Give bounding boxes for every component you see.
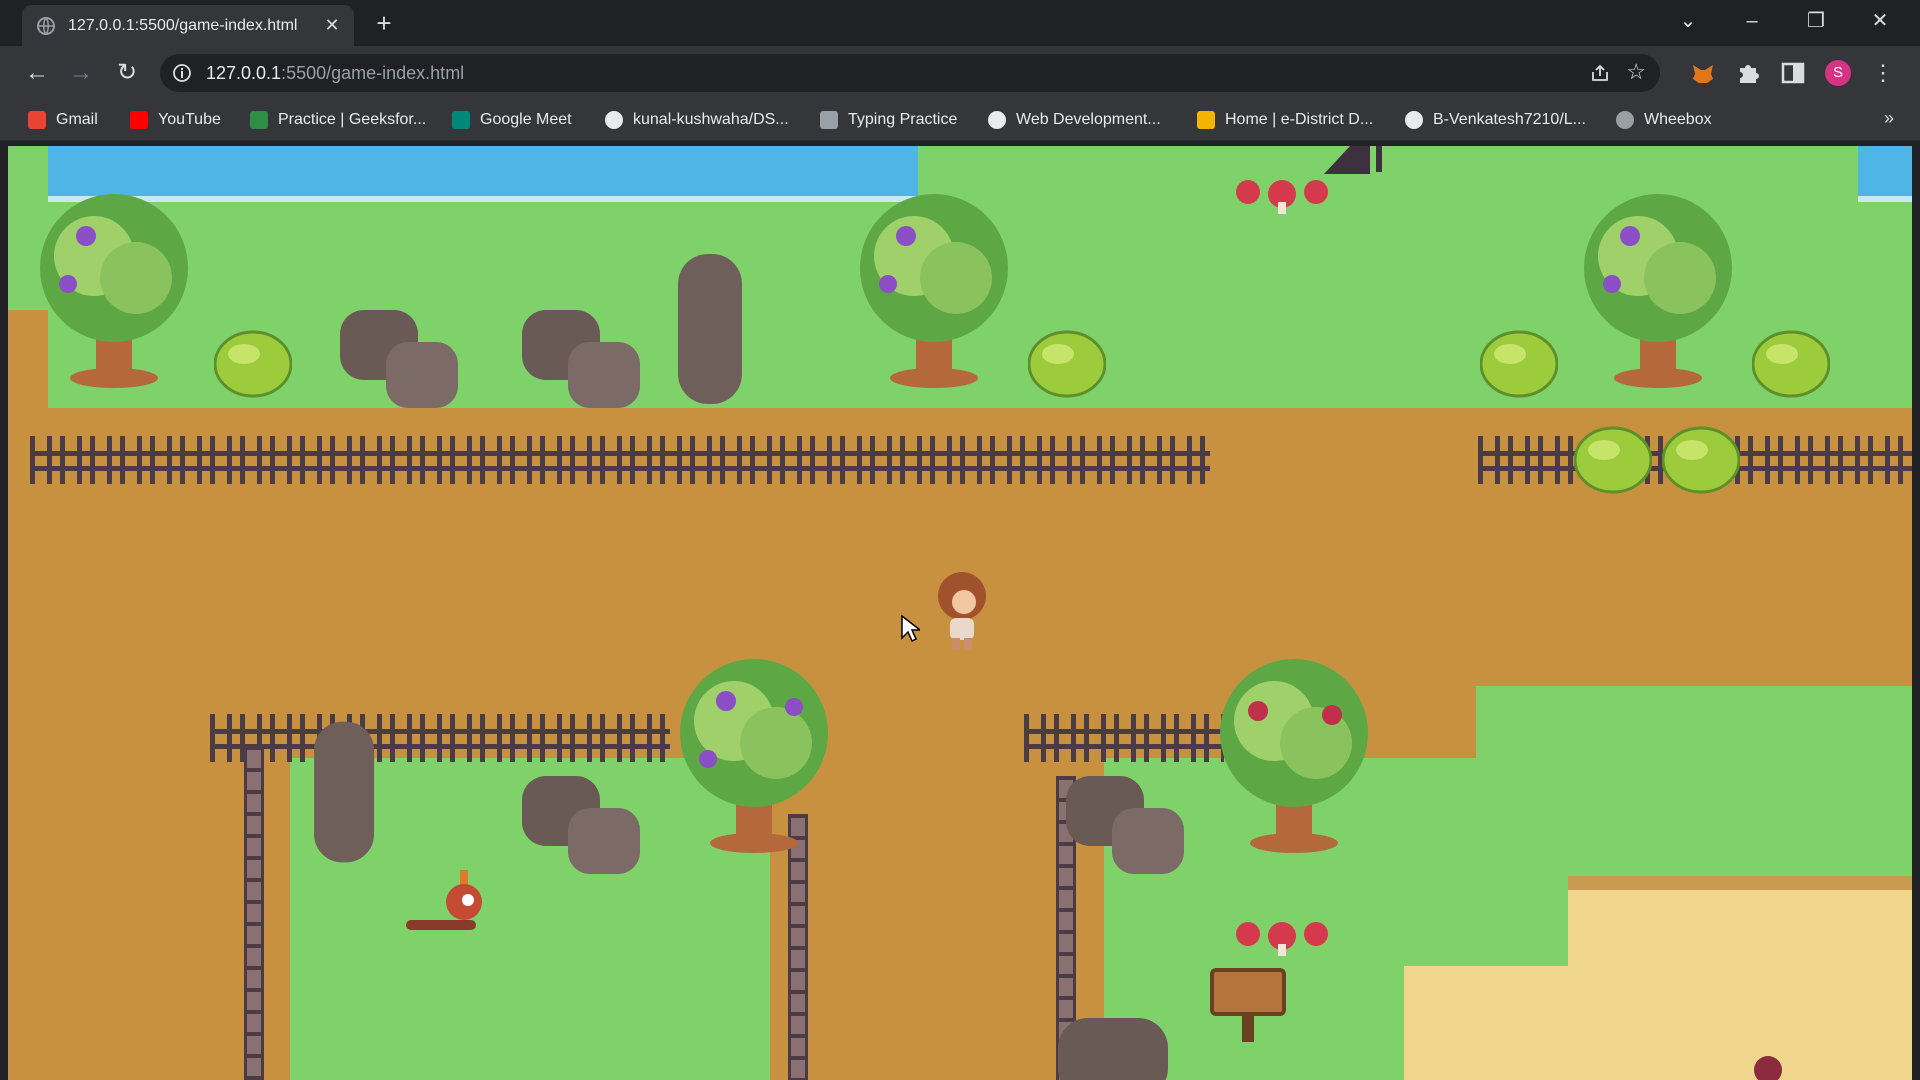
bookmark-label: Gmail bbox=[56, 111, 98, 128]
river-water-right bbox=[1858, 146, 1912, 202]
boulder bbox=[1066, 776, 1184, 874]
game-canvas[interactable] bbox=[8, 146, 1912, 1080]
tree bbox=[860, 194, 1008, 388]
bookmark-kunal-kushwaha[interactable]: kunal-kushwaha/DS... bbox=[605, 108, 789, 132]
tree bbox=[1220, 659, 1368, 853]
tree bbox=[1584, 194, 1732, 388]
tree bbox=[40, 194, 188, 388]
metamask-extension-icon[interactable] bbox=[1690, 60, 1716, 86]
player-character bbox=[938, 572, 986, 650]
boulder bbox=[522, 776, 640, 874]
bookmark-wheebox[interactable]: Wheebox bbox=[1616, 108, 1712, 132]
tall-rock bbox=[678, 254, 742, 404]
fox-creature bbox=[406, 870, 482, 930]
github-icon bbox=[605, 111, 623, 129]
active-tab[interactable]: 127.0.0.1:5500/game-index.html ✕ bbox=[22, 5, 354, 46]
address-bar[interactable]: 127.0.0.1:5500/game-index.html ☆ bbox=[160, 54, 1660, 92]
bookmark-label: Web Development... bbox=[1016, 111, 1161, 128]
bookmark-star-icon[interactable]: ☆ bbox=[1626, 59, 1646, 85]
bookmark-label: B-Venkatesh7210/L... bbox=[1433, 111, 1586, 128]
web-icon bbox=[988, 111, 1006, 129]
bookmark-label: Practice | Geeksfor... bbox=[278, 111, 427, 128]
minimize-button[interactable]: – bbox=[1732, 6, 1772, 36]
url-text: 127.0.0.1:5500/game-index.html bbox=[206, 63, 464, 84]
sand-area bbox=[1568, 876, 1912, 1080]
forward-button[interactable]: → bbox=[66, 58, 96, 88]
fence-post-left bbox=[244, 746, 264, 1080]
url-path: :5500/game-index.html bbox=[281, 63, 465, 83]
sand-area-lower bbox=[1404, 966, 1604, 1080]
tab-search-icon[interactable]: ⌄ bbox=[1668, 6, 1708, 36]
restore-button[interactable]: ❐ bbox=[1796, 6, 1836, 36]
bookmark-label: YouTube bbox=[158, 111, 221, 128]
bookmark-label: Google Meet bbox=[480, 111, 572, 128]
bookmark-label: kunal-kushwaha/DS... bbox=[633, 111, 789, 128]
boulder bbox=[1058, 1018, 1168, 1080]
close-tab-icon[interactable]: ✕ bbox=[322, 15, 342, 35]
mouse-cursor bbox=[901, 614, 920, 643]
sign-post-top bbox=[1324, 146, 1382, 174]
github-icon bbox=[1405, 111, 1423, 129]
bookmark-gmail[interactable]: Gmail bbox=[28, 108, 98, 132]
bookmark-label: Home | e-District D... bbox=[1225, 111, 1374, 128]
bush bbox=[1028, 330, 1106, 398]
bookmarks-bar: Gmail YouTube Practice | Geeksfor... Goo… bbox=[0, 100, 1920, 141]
bookmark-web-development[interactable]: Web Development... bbox=[988, 108, 1161, 132]
bush bbox=[214, 330, 292, 398]
bookmark-b-venkatesh[interactable]: B-Venkatesh7210/L... bbox=[1405, 108, 1586, 132]
typing-icon bbox=[820, 111, 838, 129]
window-close-button[interactable]: ✕ bbox=[1860, 6, 1900, 36]
bookmark-google-meet[interactable]: Google Meet bbox=[452, 108, 572, 132]
new-tab-button[interactable]: + bbox=[371, 10, 397, 37]
youtube-icon bbox=[130, 111, 148, 129]
google-meet-icon bbox=[452, 111, 470, 129]
bookmark-e-district[interactable]: Home | e-District D... bbox=[1197, 108, 1373, 132]
bookmark-typing-practice[interactable]: Typing Practice bbox=[820, 108, 957, 132]
extensions-puzzle-icon[interactable] bbox=[1735, 60, 1761, 86]
tree bbox=[680, 659, 828, 853]
bookmark-label: Typing Practice bbox=[848, 111, 958, 128]
wooden-sign bbox=[1210, 968, 1286, 1042]
bookmark-youtube[interactable]: YouTube bbox=[130, 108, 221, 132]
fence-top-left bbox=[30, 436, 1210, 484]
boulder bbox=[340, 310, 458, 408]
edistrict-icon bbox=[1197, 111, 1215, 129]
npc-partial bbox=[1754, 1056, 1782, 1080]
tab-title: 127.0.0.1:5500/game-index.html bbox=[68, 16, 298, 34]
bush bbox=[1574, 426, 1652, 494]
bookmark-label: Wheebox bbox=[1644, 111, 1712, 128]
globe-icon bbox=[1616, 111, 1634, 129]
gmail-icon bbox=[28, 111, 46, 129]
boulder bbox=[522, 310, 640, 408]
bush bbox=[1662, 426, 1740, 494]
profile-avatar[interactable]: S bbox=[1825, 60, 1851, 86]
share-icon[interactable] bbox=[1590, 63, 1610, 83]
fence-bottom-mid bbox=[1024, 714, 1224, 762]
bush bbox=[1752, 330, 1830, 398]
browser-menu-icon[interactable]: ⋮ bbox=[1868, 58, 1898, 88]
tab-strip: 127.0.0.1:5500/game-index.html ✕ + ⌄ – ❐… bbox=[0, 0, 1920, 46]
url-host: 127.0.0.1 bbox=[206, 63, 282, 83]
geeksforgeeks-icon bbox=[250, 111, 268, 129]
tall-rock bbox=[314, 721, 375, 863]
fence-bottom-left bbox=[210, 714, 670, 762]
mushrooms bbox=[1236, 180, 1328, 214]
mushrooms bbox=[1236, 922, 1328, 956]
site-info-icon[interactable] bbox=[172, 63, 192, 83]
reload-button[interactable]: ↻ bbox=[112, 58, 142, 88]
back-button[interactable]: ← bbox=[22, 58, 52, 88]
browser-toolbar: ← → ↻ 127.0.0.1:5500/game-index.html ☆ S… bbox=[0, 46, 1920, 100]
bush bbox=[1480, 330, 1558, 398]
side-panel-icon[interactable] bbox=[1780, 60, 1806, 86]
globe-icon bbox=[37, 16, 55, 35]
more-bookmarks-icon[interactable]: » bbox=[1884, 108, 1894, 129]
bookmark-geeksforgeeks[interactable]: Practice | Geeksfor... bbox=[250, 108, 426, 132]
